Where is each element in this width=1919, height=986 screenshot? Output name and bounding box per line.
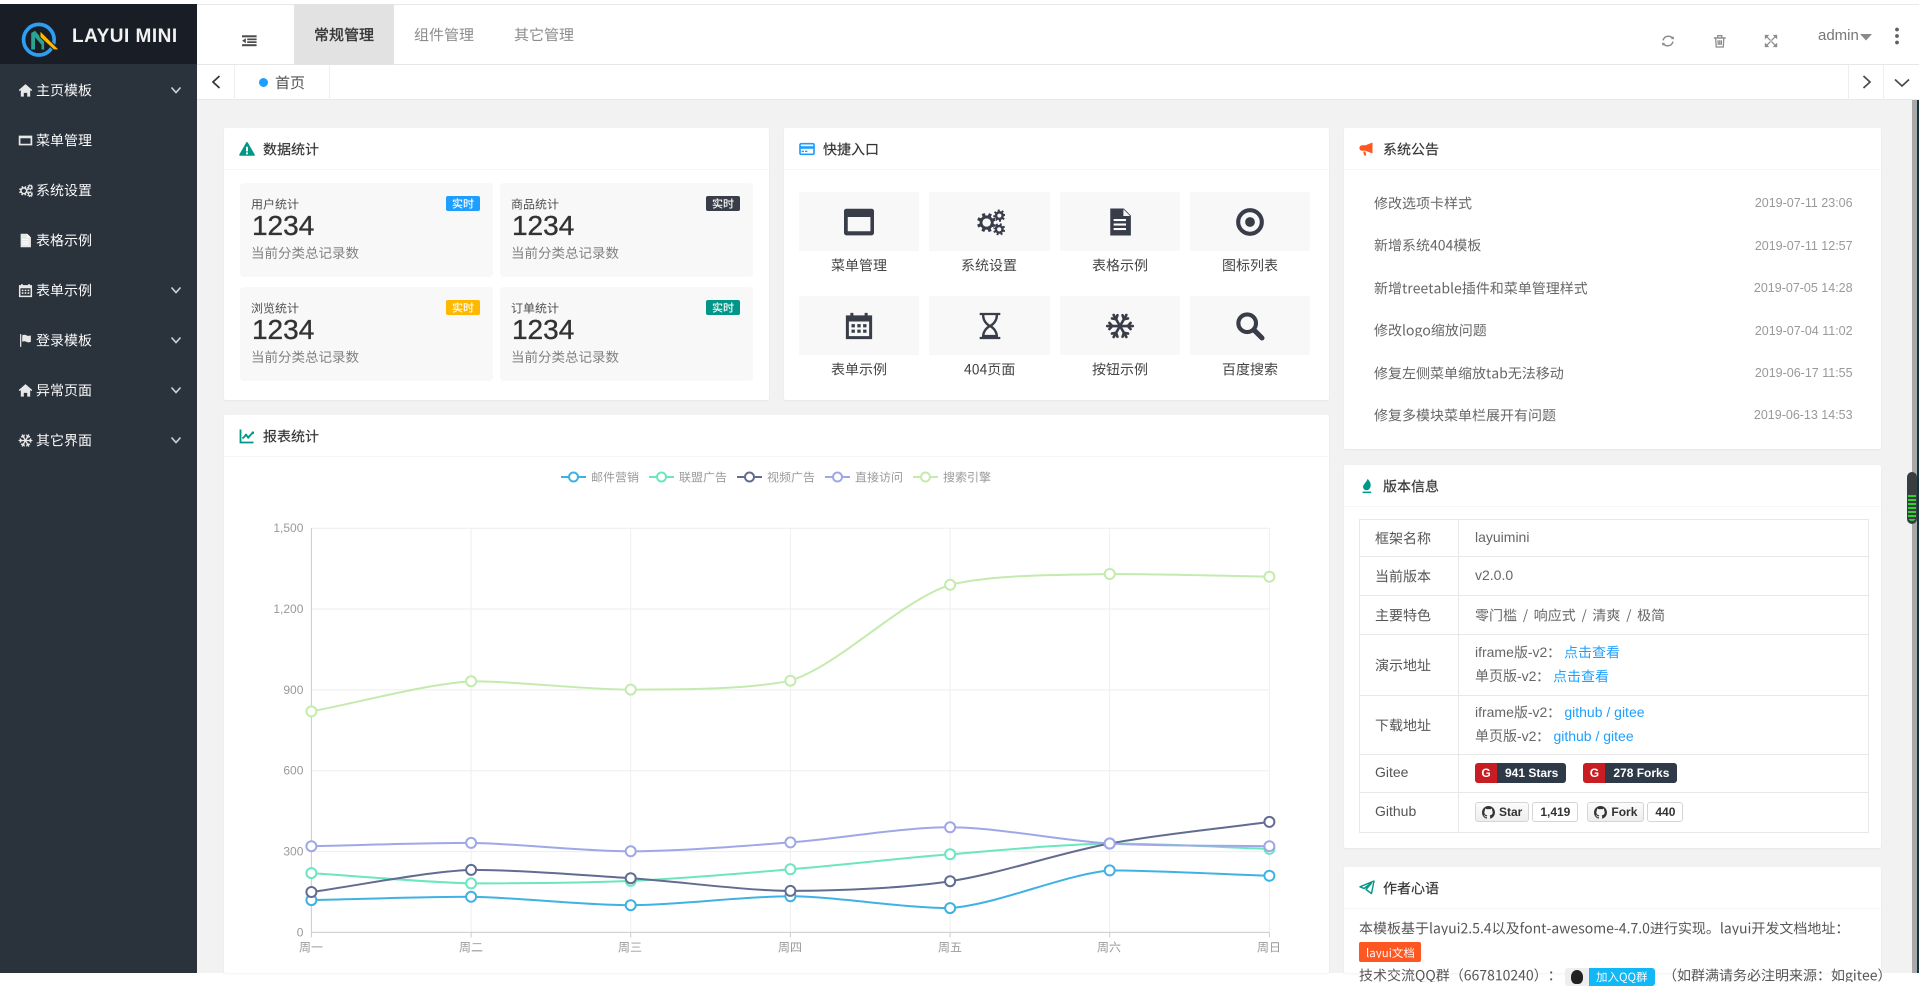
svg-text:300: 300 (283, 844, 303, 858)
svg-text:1,500: 1,500 (273, 521, 303, 535)
svg-text:0: 0 (296, 925, 303, 939)
svg-text:600: 600 (283, 763, 303, 777)
svg-text:1,200: 1,200 (273, 602, 303, 616)
svg-text:900: 900 (283, 682, 303, 696)
